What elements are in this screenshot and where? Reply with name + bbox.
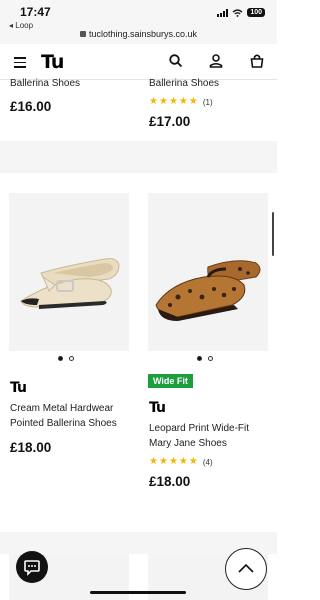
rating-count: (4): [202, 457, 213, 467]
back-to-top-button[interactable]: [225, 548, 267, 590]
image-carousel-dots: [58, 356, 74, 361]
star-icon: ★: [149, 96, 158, 107]
star-icon: ★: [178, 96, 188, 107]
chat-icon: [24, 560, 40, 576]
star-icon: ★: [188, 96, 198, 107]
product-price: £18.00: [10, 440, 52, 455]
star-icon: ★: [158, 96, 168, 107]
product-price: £16.00: [10, 99, 52, 114]
section-divider: [0, 141, 277, 173]
product-title-line1[interactable]: Leopard Print Wide-Fit: [149, 422, 249, 436]
menu-icon[interactable]: [14, 57, 26, 68]
carousel-dot[interactable]: [58, 356, 63, 361]
product-price: £17.00: [149, 114, 191, 129]
star-icon: ★: [158, 456, 168, 467]
cream-shoe-image: [20, 258, 120, 309]
star-icon: ★: [149, 456, 158, 467]
chat-button[interactable]: [16, 551, 48, 583]
brand-logo: Tu: [10, 380, 27, 396]
brand-logo: Tu: [149, 400, 166, 416]
tu-logo[interactable]: Tu: [41, 51, 64, 73]
product-price: £18.00: [149, 474, 191, 489]
rating-count: (1): [202, 97, 213, 107]
account-icon[interactable]: [208, 53, 224, 69]
home-indicator: [90, 591, 186, 594]
wifi-icon: [232, 8, 243, 17]
search-icon[interactable]: [168, 53, 184, 69]
product-image-leopard-mary-jane[interactable]: [148, 193, 268, 351]
scrollbar[interactable]: [272, 212, 274, 256]
product-title-line2[interactable]: Pointed Ballerina Shoes: [10, 417, 117, 431]
image-carousel-dots: [197, 356, 213, 361]
url-bar[interactable]: tuclothing.sainsburys.co.uk: [0, 29, 277, 39]
product-image-cream-ballerina[interactable]: [9, 193, 129, 351]
star-icon: ★: [178, 456, 188, 467]
carousel-dot[interactable]: [69, 356, 74, 361]
lock-icon: [79, 31, 86, 37]
status-icons: 100: [217, 8, 265, 17]
site-header: Tu: [0, 44, 277, 80]
status-time: 17:47: [20, 5, 51, 19]
signal-icon: [217, 8, 229, 17]
rating-stars: ★ ★ ★ ★ ★ (1): [149, 97, 213, 107]
wide-fit-badge: Wide Fit: [148, 374, 193, 388]
carousel-dot[interactable]: [197, 356, 202, 361]
carousel-dot[interactable]: [208, 356, 213, 361]
battery-icon: 100: [247, 8, 265, 17]
star-icon: ★: [168, 96, 178, 107]
product-title[interactable]: Ballerina Shoes: [10, 77, 80, 91]
chevron-up-icon: [238, 563, 254, 573]
status-bar: 17:47 ◂ Loop 100 tuclothing.sainsburys.c…: [0, 0, 277, 44]
star-icon: ★: [188, 456, 198, 467]
url-text: tuclothing.sainsburys.co.uk: [88, 29, 198, 39]
rating-stars: ★ ★ ★ ★ ★ (4): [149, 457, 213, 467]
leopard-shoe-image: [155, 260, 261, 321]
product-title[interactable]: Ballerina Shoes: [149, 77, 219, 91]
star-icon: ★: [168, 456, 178, 467]
product-title-line1[interactable]: Cream Metal Hardwear: [10, 402, 113, 416]
basket-icon[interactable]: [249, 53, 265, 69]
product-title-line2[interactable]: Mary Jane Shoes: [149, 437, 227, 451]
